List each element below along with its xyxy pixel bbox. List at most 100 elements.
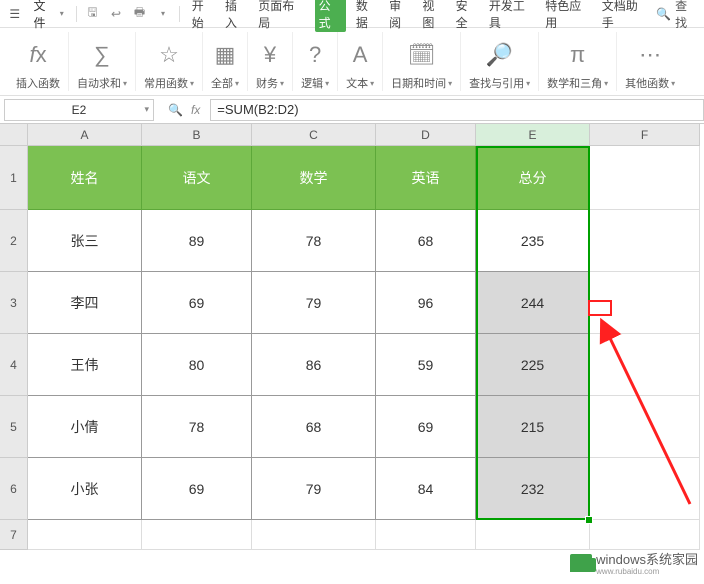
- col-header-f[interactable]: F: [590, 124, 700, 146]
- cell[interactable]: 张三: [28, 210, 142, 272]
- cell[interactable]: [590, 334, 700, 396]
- print-icon[interactable]: 🖶: [130, 3, 150, 24]
- cell[interactable]: [252, 520, 376, 550]
- cell[interactable]: 79: [252, 272, 376, 334]
- cell-selected[interactable]: 225: [476, 334, 590, 396]
- formula-value: =SUM(B2:D2): [217, 102, 298, 117]
- table-row: 6 小张 69 79 84 232: [0, 458, 704, 520]
- table-row: 5 小倩 78 68 69 215: [0, 396, 704, 458]
- tab-data[interactable]: 数据: [356, 0, 379, 31]
- header-cell[interactable]: 英语: [376, 146, 476, 210]
- select-all-corner[interactable]: [0, 124, 28, 146]
- row-header[interactable]: 5: [0, 396, 28, 458]
- row-header[interactable]: 7: [0, 520, 28, 550]
- ribbon-all[interactable]: ▦ 全部▾: [203, 32, 248, 91]
- header-cell[interactable]: 语文: [142, 146, 252, 210]
- row-header[interactable]: 2: [0, 210, 28, 272]
- caret-down-icon: ▾: [448, 79, 452, 88]
- ribbon-logical[interactable]: ? 逻辑▾: [293, 32, 338, 91]
- cell[interactable]: 68: [252, 396, 376, 458]
- calendar-icon: 🗓: [408, 39, 436, 71]
- cell[interactable]: 李四: [28, 272, 142, 334]
- tab-pagelayout[interactable]: 页面布局: [258, 0, 304, 31]
- cell[interactable]: [28, 520, 142, 550]
- cell[interactable]: 59: [376, 334, 476, 396]
- row-header[interactable]: 3: [0, 272, 28, 334]
- app-menu-icon[interactable]: ☰: [6, 5, 24, 23]
- tab-devtools[interactable]: 开发工具: [489, 0, 535, 31]
- cell-selected[interactable]: 232: [476, 458, 590, 520]
- col-header-b[interactable]: B: [142, 124, 252, 146]
- row-header[interactable]: 1: [0, 146, 28, 210]
- cell[interactable]: 68: [376, 210, 476, 272]
- col-header-c[interactable]: C: [252, 124, 376, 146]
- fx-icon[interactable]: fx: [191, 103, 200, 117]
- row-header[interactable]: 4: [0, 334, 28, 396]
- ribbon-financial[interactable]: ¥ 财务▾: [248, 32, 293, 91]
- tab-review[interactable]: 审阅: [389, 0, 412, 31]
- cell[interactable]: 小倩: [28, 396, 142, 458]
- name-box[interactable]: E2 ▾: [4, 99, 154, 121]
- cell[interactable]: 89: [142, 210, 252, 272]
- cell-selected[interactable]: 215: [476, 396, 590, 458]
- header-cell[interactable]: 数学: [252, 146, 376, 210]
- cell[interactable]: 王伟: [28, 334, 142, 396]
- cell[interactable]: [590, 396, 700, 458]
- zoom-icon[interactable]: 🔍: [168, 103, 183, 117]
- cell[interactable]: 78: [252, 210, 376, 272]
- cell[interactable]: [376, 520, 476, 550]
- ribbon-autosum[interactable]: ∑ 自动求和▾: [69, 32, 136, 91]
- file-menu[interactable]: 文件 ▾: [28, 0, 70, 33]
- cell[interactable]: [590, 210, 700, 272]
- cell[interactable]: [590, 146, 700, 210]
- formula-input[interactable]: =SUM(B2:D2): [210, 99, 704, 121]
- table-row: 1 姓名 语文 数学 英语 总分: [0, 146, 704, 210]
- cell-active[interactable]: 235: [476, 210, 590, 272]
- col-header-a[interactable]: A: [28, 124, 142, 146]
- fill-handle[interactable]: [585, 516, 593, 524]
- cell[interactable]: 小张: [28, 458, 142, 520]
- tab-view[interactable]: 视图: [422, 0, 445, 31]
- ribbon-label: 自动求和: [77, 75, 121, 91]
- tab-security[interactable]: 安全: [456, 0, 479, 31]
- cell[interactable]: 86: [252, 334, 376, 396]
- ribbon-datetime[interactable]: 🗓 日期和时间▾: [383, 32, 461, 91]
- col-header-e[interactable]: E: [476, 124, 590, 146]
- cell[interactable]: 69: [376, 396, 476, 458]
- col-header-d[interactable]: D: [376, 124, 476, 146]
- caret-down-icon: ▾: [235, 79, 239, 88]
- cell[interactable]: 69: [142, 272, 252, 334]
- cell[interactable]: [142, 520, 252, 550]
- cell[interactable]: [590, 458, 700, 520]
- tab-special[interactable]: 特色应用: [545, 0, 591, 31]
- search-button[interactable]: 🔍 查找: [656, 0, 698, 31]
- ribbon-math[interactable]: π 数学和三角▾: [539, 32, 617, 91]
- save-icon[interactable]: 🖫: [83, 3, 103, 24]
- caret-down-icon: ▾: [325, 79, 329, 88]
- cell-selected[interactable]: 244: [476, 272, 590, 334]
- tab-insert[interactable]: 插入: [225, 0, 248, 31]
- ribbon-lookup[interactable]: 🔎 查找与引用▾: [461, 32, 539, 91]
- cell[interactable]: 79: [252, 458, 376, 520]
- undo-icon[interactable]: ↩: [106, 7, 126, 21]
- ribbon-common-fn[interactable]: ☆ 常用函数▾: [136, 32, 203, 91]
- cell[interactable]: 96: [376, 272, 476, 334]
- header-cell[interactable]: 姓名: [28, 146, 142, 210]
- ribbon-text[interactable]: A 文本▾: [338, 32, 383, 91]
- ribbon-insert-function[interactable]: fx 插入函数: [8, 32, 69, 91]
- cell[interactable]: [476, 520, 590, 550]
- row-header[interactable]: 6: [0, 458, 28, 520]
- cell[interactable]: 78: [142, 396, 252, 458]
- sigma-icon: ∑: [94, 39, 110, 71]
- cell[interactable]: 69: [142, 458, 252, 520]
- cell[interactable]: 80: [142, 334, 252, 396]
- caret-down-icon[interactable]: ▾: [153, 9, 173, 18]
- header-cell[interactable]: 总分: [476, 146, 590, 210]
- separator: [179, 6, 180, 22]
- cell[interactable]: [590, 520, 700, 550]
- tab-dochelper[interactable]: 文档助手: [602, 0, 648, 31]
- tab-formula[interactable]: 公式: [315, 0, 346, 32]
- cell[interactable]: 84: [376, 458, 476, 520]
- ribbon-other[interactable]: ⋯ 其他函数▾: [617, 32, 683, 91]
- tab-start[interactable]: 开始: [192, 0, 215, 31]
